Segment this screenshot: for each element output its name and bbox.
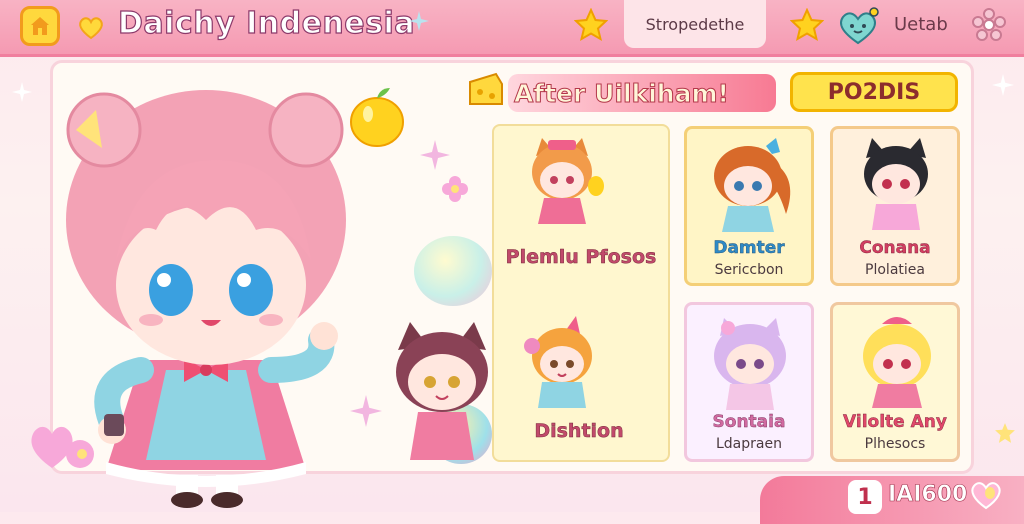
apple-icon <box>350 88 404 147</box>
top-center-tab[interactable]: Stropedethe <box>624 0 766 48</box>
home-icon <box>31 17 49 35</box>
heart-icon <box>79 17 103 40</box>
card-name: Conana <box>859 238 931 258</box>
sparkle-icon <box>409 11 429 31</box>
card-role: Plhesocs <box>864 436 926 452</box>
character-portrait <box>714 318 786 410</box>
sparkle-icon <box>420 140 450 170</box>
card-role: Plolatiea <box>865 262 925 278</box>
character-portrait[interactable] <box>516 316 608 412</box>
sparkle-icon <box>992 74 1014 96</box>
flower-icon <box>442 176 468 202</box>
cat-girl-character <box>396 322 488 460</box>
card-name: Plemlu Pfosos <box>505 246 657 269</box>
pastel-orb <box>414 236 492 306</box>
character-portrait[interactable] <box>516 132 608 228</box>
card-name: Damter <box>713 238 785 258</box>
card-name: Dishtion <box>534 420 624 443</box>
card-name: Vilolte Any <box>843 412 947 432</box>
heart-face-icon[interactable] <box>836 6 880 46</box>
star-icon[interactable] <box>574 8 608 42</box>
points-button[interactable]: PO2DIS <box>790 72 958 112</box>
gear-icon[interactable] <box>972 8 1006 42</box>
character-portrait <box>864 138 928 230</box>
sparkle-icon <box>12 82 32 102</box>
bottom-score: IAI600 <box>888 482 968 508</box>
card-name: Sontaia <box>712 412 786 432</box>
character-portrait <box>714 138 791 232</box>
card-role: Ldapraen <box>716 436 782 452</box>
card-role: Sericcbon <box>714 262 784 278</box>
cheese-icon <box>469 72 503 105</box>
star-icon <box>995 423 1015 443</box>
home-button[interactable] <box>20 6 60 46</box>
sparkle-icon <box>350 395 382 427</box>
panel-title: After Uilkiham! <box>508 74 776 112</box>
app-title: Daichy Indenesia <box>117 5 415 41</box>
bottom-count: 1 <box>848 480 882 514</box>
user-label[interactable]: Uetab <box>894 14 948 35</box>
star-icon[interactable] <box>790 8 824 42</box>
character-portrait <box>863 317 931 408</box>
heart-icon[interactable] <box>968 476 1004 512</box>
hero-character <box>66 90 346 508</box>
